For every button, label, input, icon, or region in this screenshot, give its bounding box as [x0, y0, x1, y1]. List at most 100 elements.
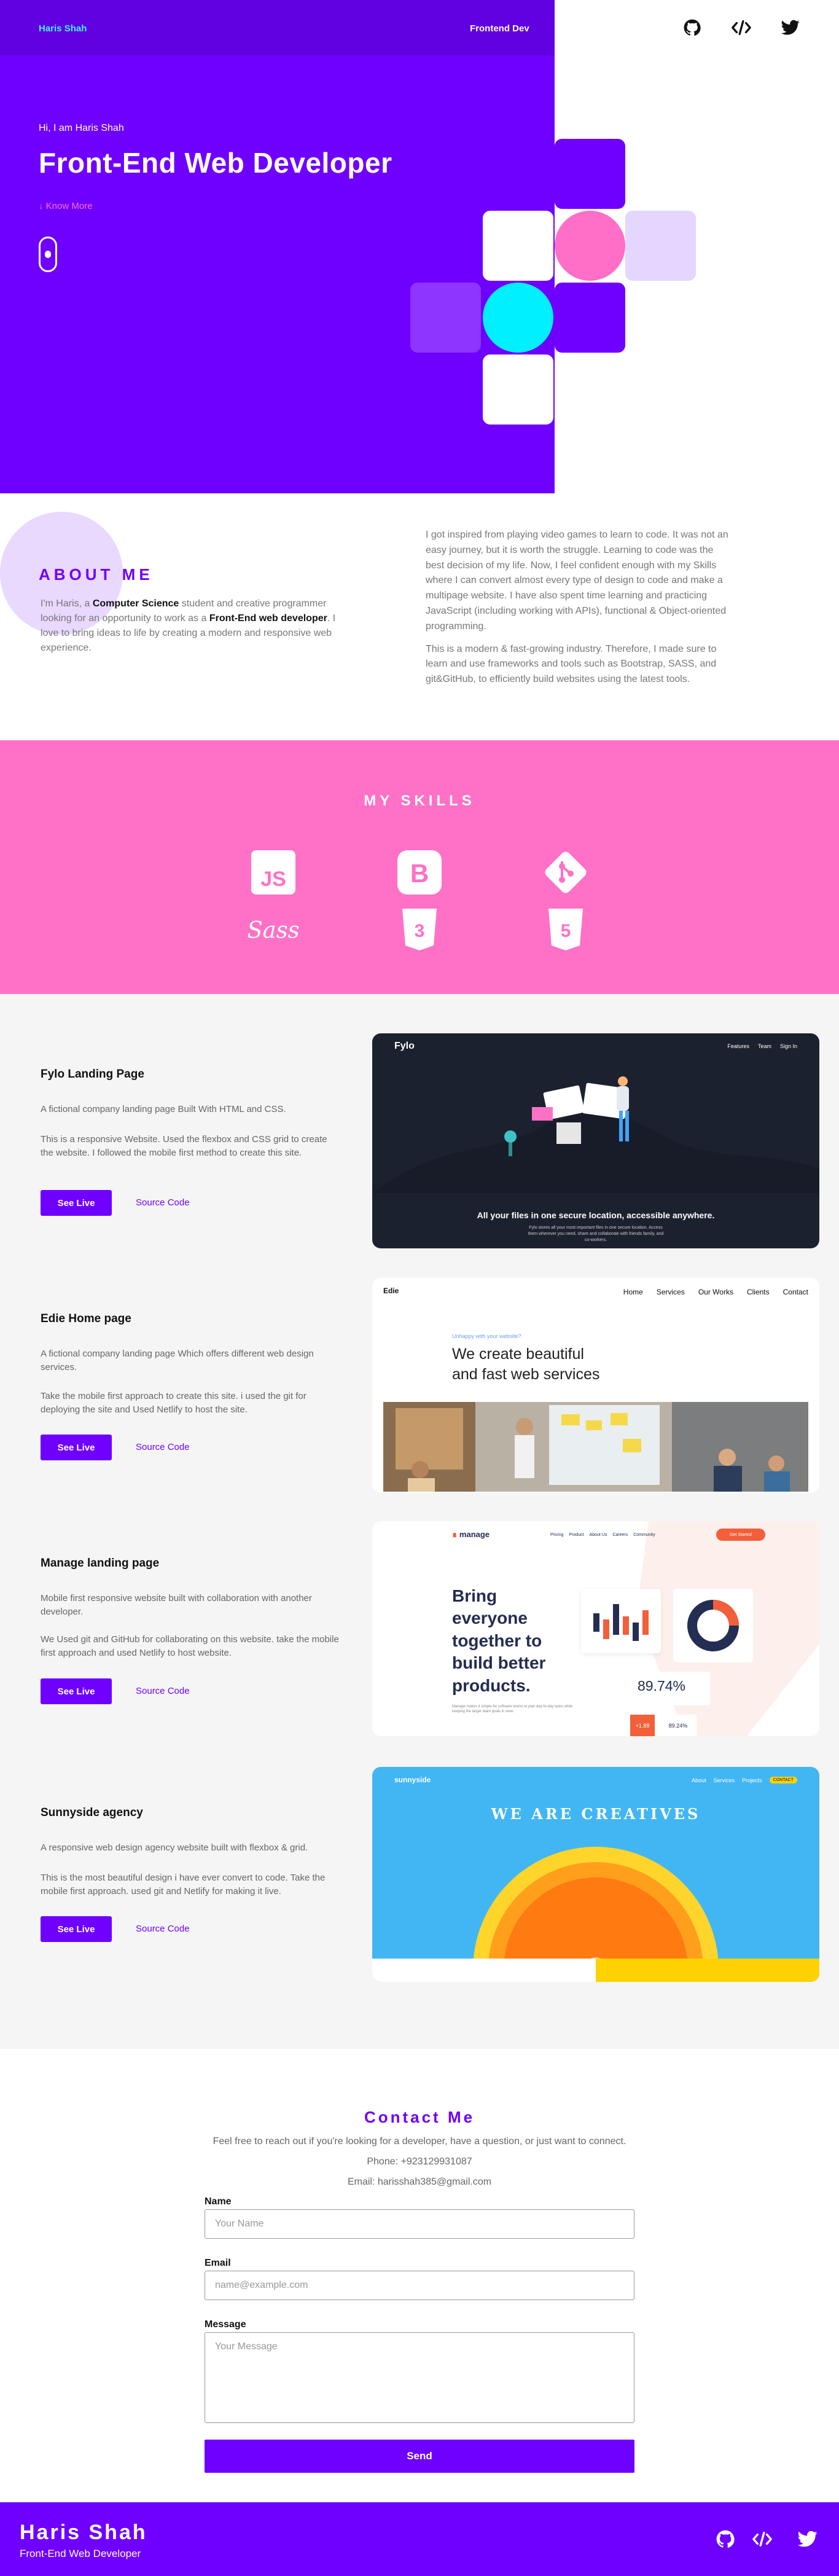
github-icon[interactable] [715, 2529, 736, 2550]
project-title: Fylo Landing Page [41, 1068, 144, 1081]
hero-background [0, 0, 555, 493]
manage-bar-card [581, 1589, 661, 1653]
see-live-button[interactable]: See Live [41, 1678, 112, 1704]
contact-email: Email: harisshah385@gmail.com [347, 2177, 492, 2187]
github-icon[interactable] [682, 17, 703, 38]
code-icon[interactable] [752, 2529, 773, 2550]
manage-headline: Bring everyone together to build better … [452, 1586, 546, 1695]
bootstrap-icon: B [394, 848, 445, 897]
top-navbar: Haris Shah Frontend Dev [0, 0, 555, 55]
project-description: A responsive web design agency website b… [41, 1842, 308, 1853]
project-screenshot-edie[interactable]: Edie Home Services Our Works Clients Contact… [372, 1278, 819, 1493]
project-description: This is a responsive Website. Used the f… [41, 1134, 327, 1158]
hero-greeting: Hi, I am Haris Shah [39, 123, 124, 133]
fylo-headline: All your files in one secure location, a… [477, 1210, 715, 1220]
source-code-link[interactable]: Source Code [136, 1435, 190, 1460]
name-field[interactable]: Your Name [205, 2209, 634, 2239]
about-paragraph: This is a modern & fast-growing industry… [426, 643, 717, 685]
sunnyside-headline: WE ARE CREATIVES [491, 1805, 701, 1823]
manage-stat-card: 89.74% [630, 1672, 710, 1705]
arrow-down-icon: ↓ [39, 201, 44, 211]
send-button[interactable]: Send [205, 2440, 634, 2473]
see-live-button[interactable]: See Live [41, 1435, 112, 1460]
about-heading: ABOUT ME [39, 565, 154, 584]
email-field[interactable]: name@example.com [205, 2271, 634, 2300]
project-screenshot-fylo[interactable]: Fylo Features Team Sign In All your files … [372, 1033, 819, 1248]
see-live-button[interactable]: See Live [41, 1916, 112, 1942]
project-screenshot-sunnyside[interactable]: sunnyside About Services Projects CONTACT … [372, 1767, 819, 1982]
project-description: Mobile first responsive website built wi… [41, 1593, 312, 1617]
javascript-icon: JS [248, 848, 299, 897]
svg-text:Sass: Sass [248, 917, 299, 943]
project-screenshot-manage[interactable]: ∎ manage Pricing Product About Us Careers Co… [372, 1521, 819, 1736]
project-description: A fictional company landing page Which o… [41, 1349, 314, 1372]
deco-block [483, 211, 553, 281]
deco-circle [483, 283, 553, 353]
fylo-subtext: Fylo stores all your most important file… [528, 1226, 664, 1242]
manage-subtext: Manage makes it simple for software team… [452, 1705, 573, 1714]
edie-team-photo [383, 1402, 808, 1492]
email-label: Email [205, 2258, 231, 2268]
deco-block [555, 139, 625, 209]
deco-block [483, 354, 553, 425]
svg-text:3: 3 [415, 921, 425, 941]
edie-logo: Edie [383, 1286, 399, 1295]
css3-icon: 3 [394, 905, 445, 954]
projects-section: Fylo Landing Page A fictional company la… [0, 994, 839, 2049]
manage-logo: ∎ manage [452, 1530, 490, 1539]
edie-nav: Home Services Our Works Clients Contact [623, 1288, 808, 1296]
footer-role: Front-End Web Developer [20, 2548, 141, 2559]
sunnyside-orange-illustration [372, 1847, 819, 1982]
message-field[interactable]: Your Message [205, 2332, 634, 2423]
see-live-button[interactable]: See Live [41, 1190, 112, 1216]
name-label: Name [205, 2196, 232, 2207]
deco-block [410, 283, 481, 353]
contact-intro: Feel free to reach out if you're looking… [213, 2136, 626, 2147]
edie-headline: We create beautiful and fast web service… [452, 1345, 600, 1383]
role-nav-link[interactable]: Frontend Dev [470, 23, 529, 34]
fylo-logo: Fylo [394, 1041, 415, 1051]
scroll-indicator [39, 237, 57, 272]
manage-nav: Pricing Product About Us Careers Community [550, 1533, 655, 1537]
project-title: Sunnyside agency [41, 1806, 143, 1819]
manage-stat-tag: +1.88 [630, 1715, 655, 1736]
code-icon[interactable] [731, 17, 752, 38]
svg-text:B: B [410, 859, 429, 888]
fylo-illustration [372, 1076, 819, 1193]
sunnyside-logo: sunnyside [394, 1775, 431, 1784]
manage-donut-card [673, 1589, 753, 1662]
deco-block [625, 211, 696, 281]
svg-text:JS: JS [260, 867, 286, 891]
fylo-nav: Features Team Sign In [727, 1043, 797, 1049]
git-icon [540, 848, 591, 897]
hero-title: Front-End Web Developer [39, 147, 392, 179]
about-details: I got inspired from playing video games … [426, 528, 730, 695]
footer-name: Haris Shah [20, 2521, 147, 2544]
html5-icon: 5 [540, 905, 591, 954]
manage-cta: Get Started [716, 1529, 765, 1541]
contact-heading: Contact Me [364, 2108, 475, 2126]
source-code-link[interactable]: Source Code [136, 1678, 190, 1704]
contact-phone: Phone: +923129931087 [367, 2156, 472, 2167]
project-description: We Used git and GitHub for collaborating… [41, 1634, 339, 1658]
deco-block [555, 283, 625, 353]
brand-link[interactable]: Haris Shah [39, 23, 87, 34]
contact-section: Contact Me Feel free to reach out if you… [0, 2049, 839, 2502]
twitter-icon[interactable] [797, 2529, 818, 2550]
twitter-icon[interactable] [780, 17, 801, 38]
skills-heading: MY SKILLS [364, 793, 475, 809]
project-description: This is the most beautiful design i have… [41, 1873, 326, 1897]
skills-section: MY SKILLS JS B Sass 3 5 [0, 740, 839, 994]
manage-stat-small: 89.24% [660, 1715, 697, 1736]
source-code-link[interactable]: Source Code [136, 1916, 190, 1942]
footer: Haris Shah Front-End Web Developer [0, 2502, 839, 2576]
sass-icon: Sass [248, 905, 299, 954]
source-code-link[interactable]: Source Code [136, 1190, 190, 1216]
sunnyside-nav: About Services Projects CONTACT [692, 1777, 797, 1783]
project-title: Edie Home page [41, 1312, 131, 1325]
about-section: ABOUT ME I'm Haris, a Computer Science s… [0, 493, 839, 740]
project-description: A fictional company landing page Built W… [41, 1104, 286, 1114]
message-label: Message [205, 2319, 246, 2330]
know-more-link[interactable]: ↓ Know More [39, 201, 93, 211]
edie-tag: Unhappy with your website? [452, 1333, 521, 1339]
